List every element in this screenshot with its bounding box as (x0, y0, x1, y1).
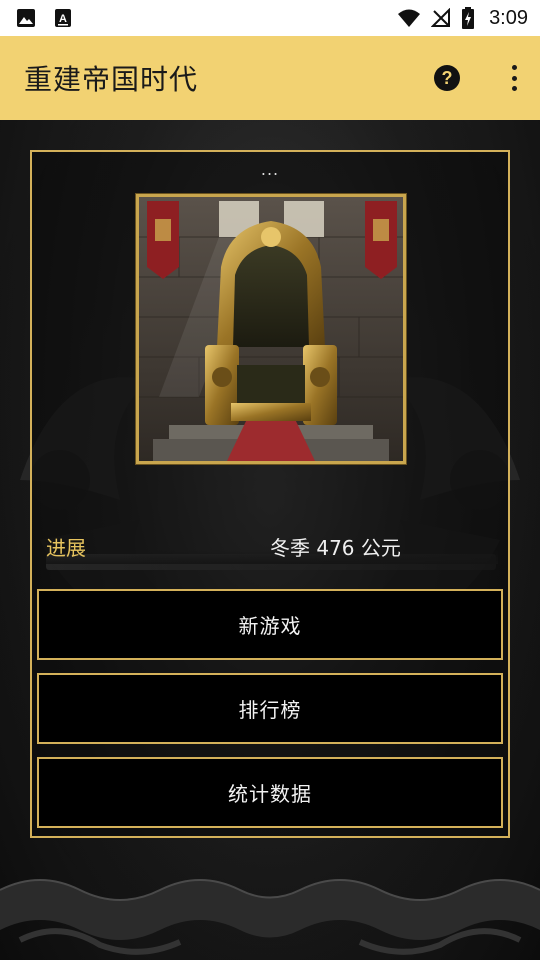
app-actions: ? (434, 65, 524, 91)
help-button[interactable]: ? (434, 65, 460, 91)
status-left: A (16, 8, 72, 28)
image-icon (16, 8, 36, 28)
new-game-button[interactable]: 新游戏 (37, 589, 503, 660)
app-title: 重建帝国时代 (24, 63, 199, 96)
help-icon: ? (441, 67, 453, 88)
status-right: 3:09 (397, 7, 528, 30)
screen: A 3:09 重建帝国时代 ? ... 进展 冬季 476 公元 新游戏 排行榜… (0, 0, 540, 960)
wifi-icon (397, 8, 421, 28)
no-signal-icon (431, 8, 451, 28)
ribbon-decoration (0, 879, 540, 955)
progress-row: 进展 冬季 476 公元 (46, 528, 498, 564)
panel-ellipsis: ... (260, 160, 280, 179)
font-icon: A (54, 8, 72, 28)
more-dot-icon (511, 65, 517, 70)
battery-charging-icon (461, 7, 475, 29)
status-time: 3:09 (489, 6, 528, 29)
progress-label: 进展 (46, 535, 86, 560)
more-dot-icon (511, 75, 517, 81)
status-bar: A 3:09 (0, 0, 540, 36)
more-options-button[interactable] (508, 65, 520, 91)
progress-value: 冬季 476 公元 (270, 535, 401, 560)
statistics-button[interactable]: 统计数据 (37, 757, 503, 828)
main-panel: ... 进展 冬季 476 公元 新游戏 排行榜 统计数据 (30, 150, 510, 838)
throne-image (136, 194, 406, 464)
leaderboard-button[interactable]: 排行榜 (37, 673, 503, 744)
svg-text:A: A (59, 13, 67, 25)
throne-illustration (139, 197, 403, 461)
app-bar: 重建帝国时代 ? (0, 36, 540, 120)
more-dot-icon (511, 86, 517, 91)
